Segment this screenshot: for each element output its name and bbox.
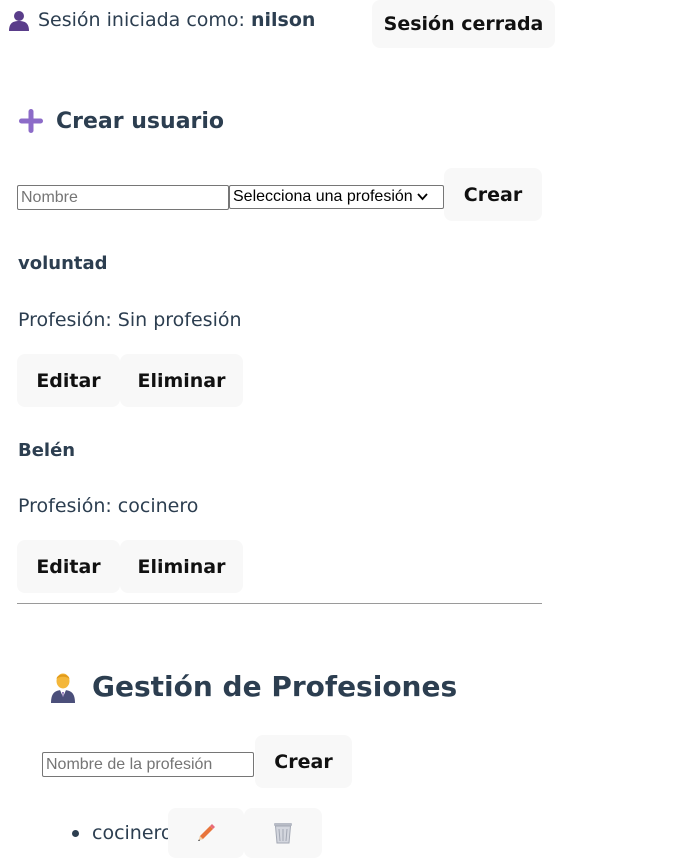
user-name-input[interactable] xyxy=(17,185,229,210)
edit-user-button[interactable]: Editar xyxy=(17,354,120,407)
create-profession-button[interactable]: Crear xyxy=(255,735,352,788)
user-profession: Profesión: Sin profesión xyxy=(18,309,242,331)
wastebasket-icon xyxy=(274,823,292,844)
create-user-heading: Crear usuario xyxy=(18,108,224,134)
professions-title: Gestión de Profesiones xyxy=(92,670,458,703)
session-label: Sesión iniciada como: xyxy=(38,9,245,31)
plus-icon xyxy=(19,109,43,133)
bust-silhouette-icon xyxy=(9,11,29,31)
user-name: voluntad xyxy=(18,253,108,274)
chevron-down-icon xyxy=(417,193,428,201)
section-divider xyxy=(17,603,542,604)
session-status: Sesión iniciada como: nilson xyxy=(8,9,315,31)
create-user-title: Crear usuario xyxy=(56,108,225,134)
session-username: nilson xyxy=(250,9,316,31)
office-worker-icon xyxy=(51,673,75,703)
logout-button[interactable]: Sesión cerrada xyxy=(372,0,555,48)
profession-name: cocinero xyxy=(92,822,173,844)
pencil-icon xyxy=(198,824,215,841)
list-item: cocinero xyxy=(72,822,173,844)
profession-name-input[interactable] xyxy=(42,752,254,777)
create-user-button[interactable]: Crear xyxy=(444,168,542,221)
profession-select-value: Selecciona una profesión xyxy=(233,188,413,205)
user-profession: Profesión: cocinero xyxy=(18,495,199,517)
user-name: Belén xyxy=(18,440,76,461)
delete-profession-button[interactable] xyxy=(244,808,322,858)
delete-user-button[interactable]: Eliminar xyxy=(120,540,243,593)
profession-select[interactable]: Selecciona una profesión xyxy=(229,185,444,209)
professions-heading: Gestión de Profesiones xyxy=(50,670,457,703)
edit-user-button[interactable]: Editar xyxy=(17,540,120,593)
delete-user-button[interactable]: Eliminar xyxy=(120,354,243,407)
edit-profession-button[interactable] xyxy=(168,808,244,858)
list-bullet xyxy=(72,829,79,837)
profession-list: cocinero xyxy=(72,822,173,844)
